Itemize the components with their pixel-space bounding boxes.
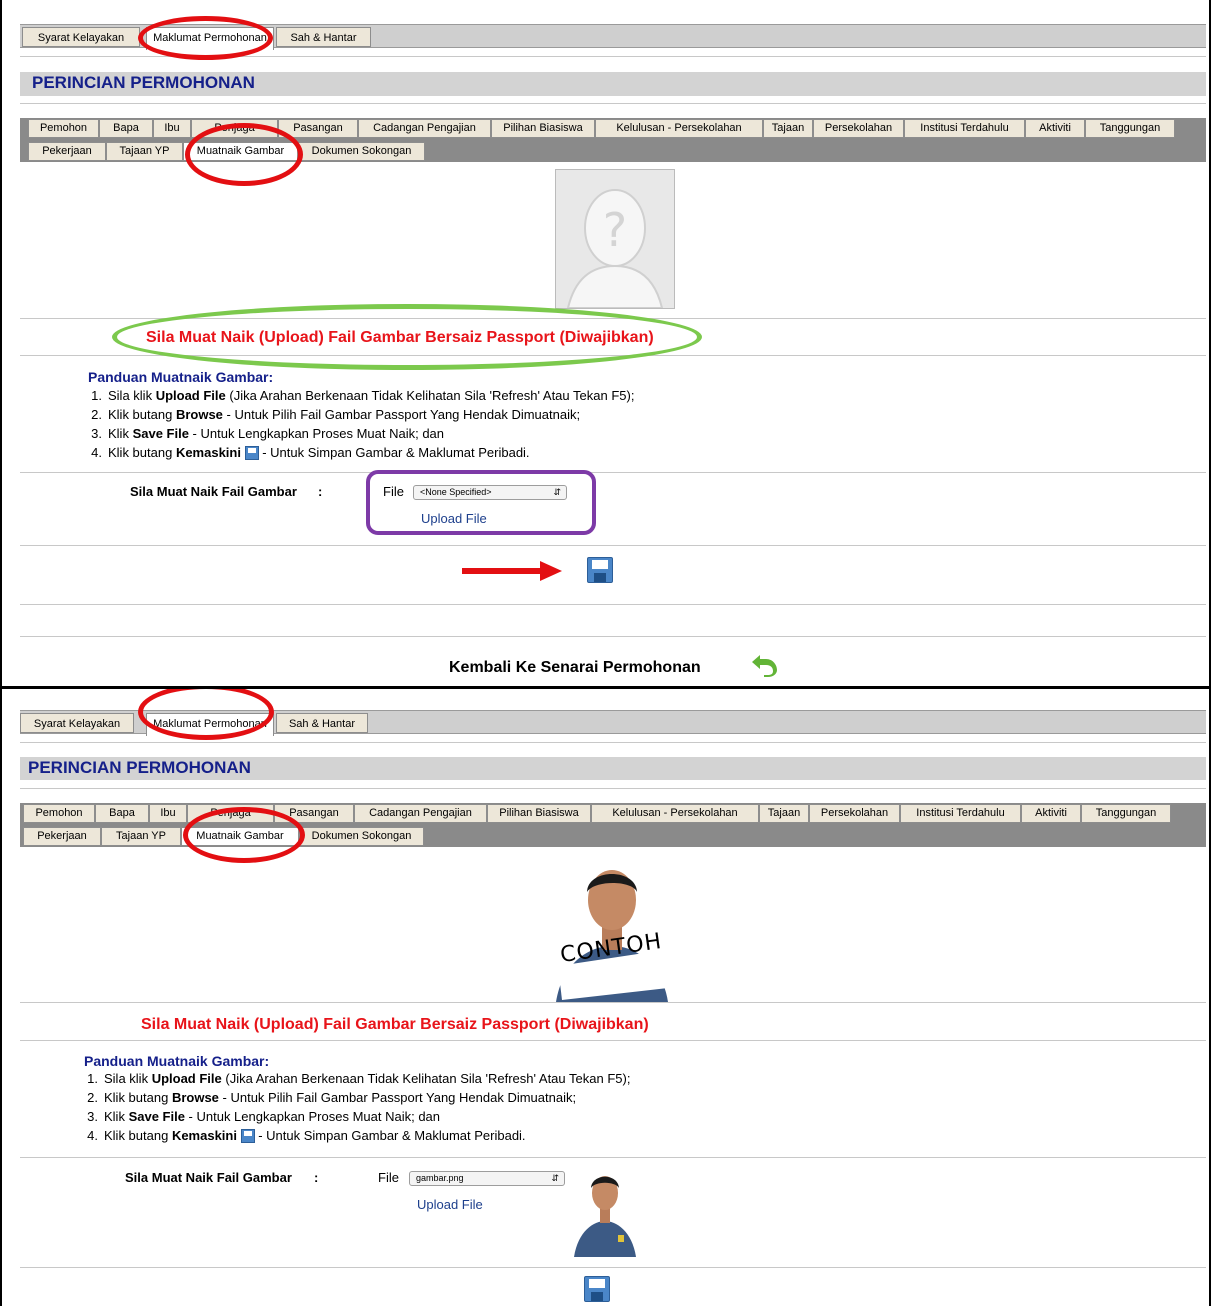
svg-text:?: ? [603,203,627,257]
uploaded-photo-thumbnail [572,1167,638,1257]
tab-bapa[interactable]: Bapa [99,119,153,138]
panel-after-upload: Syarat Kelayakan Maklumat Permohonan Sah… [0,689,1211,1306]
tab-kelulusan-persekolahan[interactable]: Kelulusan - Persekolahan [591,804,759,823]
tab-tanggungan[interactable]: Tanggungan [1081,804,1171,823]
person-photo-icon [552,854,672,1002]
tab-pasangan[interactable]: Pasangan [274,804,354,823]
upload-label: Sila Muat Naik Fail Gambar [125,1170,292,1185]
guide-heading: Panduan Muatnaik Gambar: [88,369,274,385]
top-tab-bar: Syarat Kelayakan Maklumat Permohonan Sah… [20,24,1206,50]
tab-penjaga[interactable]: Penjaga [191,119,278,138]
tab-institusi-terdahulu[interactable]: Institusi Terdahulu [900,804,1021,823]
tab-institusi-terdahulu[interactable]: Institusi Terdahulu [904,119,1025,138]
red-arrow-icon [462,561,562,581]
tab-maklumat-permohonan[interactable]: Maklumat Permohonan [146,27,274,50]
tab-maklumat-permohonan[interactable]: Maklumat Permohonan [146,713,274,736]
tab-pekerjaan[interactable]: Pekerjaan [23,827,101,846]
upload-file-link[interactable]: Upload File [417,1197,483,1212]
save-button[interactable] [584,1276,610,1302]
save-button[interactable] [587,557,613,583]
tab-tajaan[interactable]: Tajaan [759,804,809,823]
page-title: PERINCIAN PERMOHONAN [32,73,255,92]
page-title: PERINCIAN PERMOHONAN [28,758,251,777]
tab-cadangan-pengajian[interactable]: Cadangan Pengajian [358,119,491,138]
tab-ibu[interactable]: Ibu [153,119,191,138]
sample-photo: CONTOH [552,854,672,1002]
upload-file-link[interactable]: Upload File [421,511,487,526]
tab-pemohon[interactable]: Pemohon [28,119,99,138]
page-title-bar: PERINCIAN PERMOHONAN [20,72,1206,96]
sub-tab-bar: Pemohon Bapa Ibu Penjaga Pasangan Cadang… [20,118,1206,162]
tab-pilihan-biasiswa[interactable]: Pilihan Biasiswa [491,119,595,138]
tab-pemohon[interactable]: Pemohon [23,804,95,823]
tab-tajaan-yp[interactable]: Tajaan YP [101,827,181,846]
upload-notice: Sila Muat Naik (Upload) Fail Gambar Bers… [141,1016,649,1033]
guide-step: 4. Klik butang Kemaskini - Untuk Simpan G… [91,445,530,460]
guide-steps: 1. Sila klik Upload File (Jika Arahan Ber… [80,386,634,462]
tab-tajaan[interactable]: Tajaan [763,119,813,138]
upload-label: Sila Muat Naik Fail Gambar [130,484,297,499]
file-label: File [383,484,404,499]
guide-step: 4. Klik butang Kemaskini - Untuk Simpan G… [87,1128,526,1143]
photo-placeholder: ? [555,169,675,309]
file-label: File [378,1170,399,1185]
page-title-bar: PERINCIAN PERMOHONAN [20,757,1206,780]
tab-kelulusan-persekolahan[interactable]: Kelulusan - Persekolahan [595,119,763,138]
select-arrow-icon: ⇵ [551,1173,559,1183]
save-icon [244,446,259,460]
top-tab-bar: Syarat Kelayakan Maklumat Permohonan Sah… [20,710,1206,736]
tab-tajaan-yp[interactable]: Tajaan YP [106,142,183,161]
guide-heading: Panduan Muatnaik Gambar: [84,1053,270,1069]
unknown-person-icon: ? [556,170,674,309]
tab-penjaga[interactable]: Penjaga [187,804,274,823]
guide-step: 3. Klik Save File - Untuk Lengkapkan Pros… [87,1109,441,1124]
file-select[interactable]: gambar.png ⇵ [409,1171,565,1186]
guide-step: 2. Klik butang Browse - Untuk Pilih Fail … [91,407,581,422]
guide-step: 3. Klik Save File - Untuk Lengkapkan Pros… [91,426,445,441]
tab-pasangan[interactable]: Pasangan [278,119,358,138]
tab-syarat-kelayakan[interactable]: Syarat Kelayakan [20,713,134,733]
tab-aktiviti[interactable]: Aktiviti [1025,119,1085,138]
tab-bapa[interactable]: Bapa [95,804,149,823]
panel-before-upload: Syarat Kelayakan Maklumat Permohonan Sah… [0,0,1211,689]
tab-ibu[interactable]: Ibu [149,804,187,823]
return-icon[interactable] [750,653,778,677]
save-icon [240,1129,255,1143]
tab-muatnaik-gambar[interactable]: Muatnaik Gambar [181,827,299,846]
tab-syarat-kelayakan[interactable]: Syarat Kelayakan [22,27,140,47]
tab-sah-hantar[interactable]: Sah & Hantar [276,27,371,47]
tab-tanggungan[interactable]: Tanggungan [1085,119,1175,138]
tab-aktiviti[interactable]: Aktiviti [1021,804,1081,823]
guide-steps: 1. Sila klik Upload File (Jika Arahan Ber… [76,1069,630,1145]
tab-persekolahan[interactable]: Persekolahan [809,804,900,823]
tab-pekerjaan[interactable]: Pekerjaan [28,142,106,161]
tab-cadangan-pengajian[interactable]: Cadangan Pengajian [354,804,487,823]
back-to-list-link[interactable]: Kembali Ke Senarai Permohonan [449,659,701,677]
sub-tab-bar: Pemohon Bapa Ibu Penjaga Pasangan Cadang… [20,803,1206,847]
tab-dokumen-sokongan[interactable]: Dokumen Sokongan [298,142,425,161]
guide-step: 1. Sila klik Upload File (Jika Arahan Ber… [87,1071,631,1086]
select-arrow-icon: ⇵ [553,487,561,497]
guide-step: 1. Sila klik Upload File (Jika Arahan Ber… [91,388,635,403]
tab-pilihan-biasiswa[interactable]: Pilihan Biasiswa [487,804,591,823]
guide-step: 2. Klik butang Browse - Untuk Pilih Fail … [87,1090,577,1105]
tab-muatnaik-gambar[interactable]: Muatnaik Gambar [183,142,298,161]
tab-persekolahan[interactable]: Persekolahan [813,119,904,138]
tab-dokumen-sokongan[interactable]: Dokumen Sokongan [299,827,424,846]
upload-notice: Sila Muat Naik (Upload) Fail Gambar Bers… [146,329,654,346]
file-select[interactable]: <None Specified> ⇵ [413,485,567,500]
tab-sah-hantar[interactable]: Sah & Hantar [276,713,368,733]
